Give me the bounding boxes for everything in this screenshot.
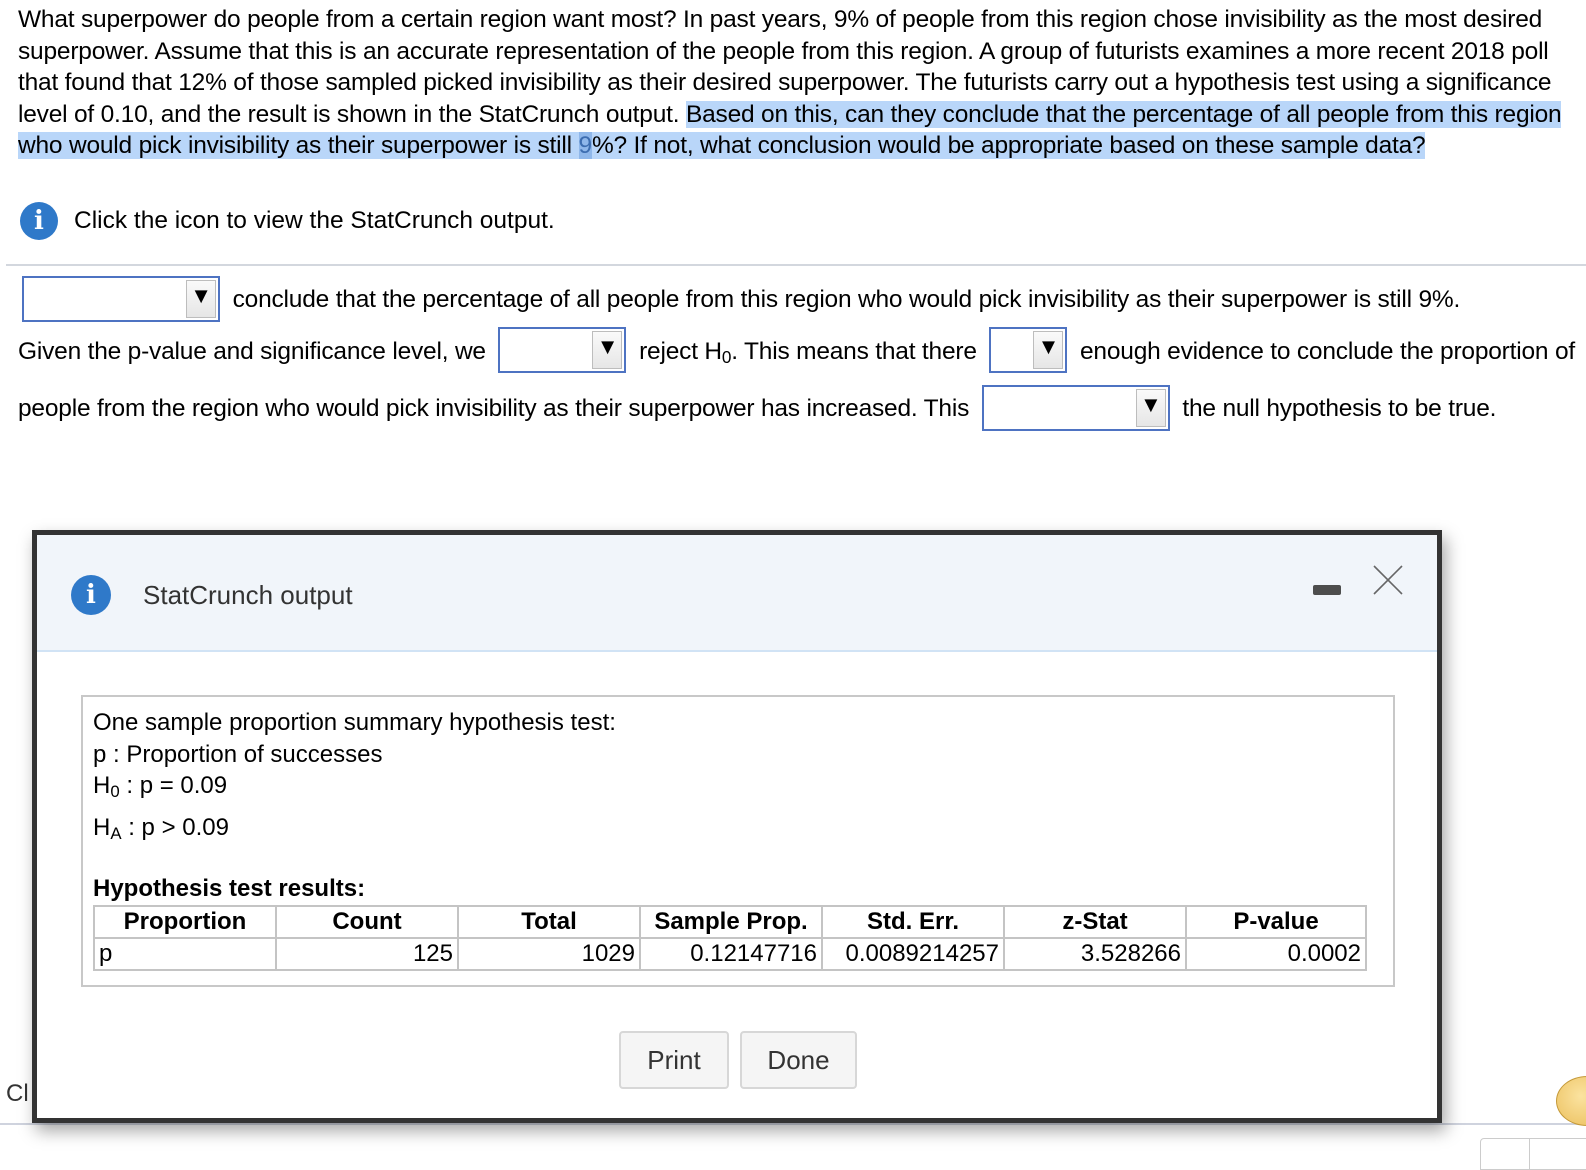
background-text-fragment: Cl: [6, 1080, 29, 1107]
chevron-down-icon: ▼: [1135, 388, 1166, 427]
minimize-icon[interactable]: [1313, 585, 1341, 595]
footer-divider: [0, 1123, 1586, 1125]
alternative-hypothesis: HA : p > 0.09: [93, 808, 616, 848]
h0-subscript: 0: [110, 782, 120, 801]
h0-subscript: 0: [721, 346, 732, 367]
question-text: What superpower do people from a certain…: [18, 4, 1574, 162]
close-icon[interactable]: [1371, 563, 1405, 597]
dropdown-evidence[interactable]: ▼: [989, 327, 1068, 374]
cell-z-stat: 3.528266: [1003, 937, 1187, 971]
cell-total: 1029: [457, 937, 641, 971]
chevron-down-icon: ▼: [592, 331, 623, 370]
ha-label: H: [93, 813, 111, 841]
test-heading: One sample proportion summary hypothesis…: [93, 709, 616, 736]
cell-count: 125: [275, 937, 459, 971]
col-header: Count: [275, 905, 459, 939]
results-table: Proportion Count Total Sample Prop. Std.…: [93, 905, 1367, 971]
info-icon[interactable]: i: [20, 202, 58, 240]
results-title: Hypothesis test results:: [93, 875, 366, 902]
answer-area: ▼ conclude that the percentage of all pe…: [18, 274, 1578, 435]
print-button[interactable]: Print: [619, 1031, 729, 1089]
answer-text-1: conclude that the percentage of all peop…: [232, 286, 1461, 313]
col-header: P-value: [1185, 905, 1367, 939]
dialog-title: StatCrunch output: [143, 580, 353, 610]
done-button[interactable]: Done: [740, 1031, 857, 1089]
dialog-header: i StatCrunch output: [37, 535, 1437, 652]
answer-text-3a: reject H: [639, 337, 722, 365]
table-row: p 125 1029 0.12147716 0.0089214257 3.528…: [93, 937, 1367, 971]
dropdown-reject-h0[interactable]: ▼: [498, 327, 627, 374]
dropdown-null-hypothesis[interactable]: ▼: [981, 384, 1170, 431]
question-highlight-end: %? If not, what conclusion would be appr…: [591, 132, 1426, 160]
statcrunch-output-dialog: i StatCrunch output One sample proportio…: [32, 530, 1442, 1123]
test-description: One sample proportion summary hypothesis…: [93, 707, 616, 848]
info-icon: i: [71, 575, 111, 615]
cell-p-value: 0.0002: [1185, 937, 1367, 971]
answer-text-3b: . This means that there: [731, 337, 977, 365]
h0-statement: : p = 0.09: [119, 772, 228, 799]
answer-text-5: the null hypothesis to be true.: [1182, 395, 1497, 422]
help-button[interactable]: [1556, 1076, 1586, 1126]
col-header: Sample Prop.: [639, 905, 823, 939]
null-hypothesis: H0 : p = 0.09: [93, 770, 616, 808]
col-header: Total: [457, 905, 641, 939]
chevron-down-icon: ▼: [1033, 331, 1064, 370]
ha-subscript: A: [110, 823, 122, 843]
footer-tabs[interactable]: [1480, 1138, 1586, 1170]
col-header: Proportion: [93, 905, 277, 939]
question-highlight-selection: 9: [578, 132, 592, 160]
col-header: Std. Err.: [821, 905, 1005, 939]
statcrunch-link-text: Click the icon to view the StatCrunch ou…: [74, 207, 555, 234]
ha-statement: : p > 0.09: [121, 813, 229, 841]
answer-text-2: Given the p-value and significance level…: [18, 337, 486, 365]
parameter-definition: p : Proportion of successes: [93, 740, 383, 768]
col-header: z-Stat: [1003, 905, 1187, 939]
h0-label: H: [93, 772, 111, 799]
cell-sample-prop: 0.12147716: [639, 937, 823, 971]
cell-std-err: 0.0089214257: [821, 937, 1005, 971]
results-header-row: Proportion Count Total Sample Prop. Std.…: [93, 905, 1367, 939]
statcrunch-link[interactable]: i Click the icon to view the StatCrunch …: [20, 202, 555, 240]
section-divider: [6, 264, 1586, 266]
chevron-down-icon: ▼: [186, 279, 216, 318]
dropdown-can-conclude[interactable]: ▼: [22, 275, 220, 322]
statcrunch-output-panel: One sample proportion summary hypothesis…: [81, 695, 1395, 987]
cell-proportion: p: [93, 937, 277, 971]
